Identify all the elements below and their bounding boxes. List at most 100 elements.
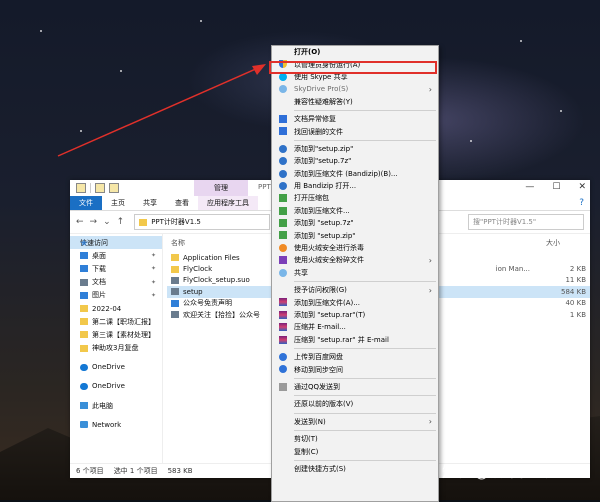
menu-separator [294, 281, 436, 283]
menu-item-label: 添加到 "setup.7z" [294, 219, 354, 228]
bandizip-icon [279, 181, 287, 190]
folder-icon [76, 183, 86, 193]
menu-item-39[interactable]: 创建快捷方式(S) [272, 463, 438, 475]
menu-separator [294, 377, 436, 379]
sidebar-item-desktop[interactable]: 桌面 ✦ [70, 249, 162, 262]
menu-item-11[interactable]: 添加到压缩文件 (Bandizip)(B)... [272, 168, 438, 180]
document-icon [279, 114, 287, 123]
sidebar-item-folder[interactable]: 神助攻3月复盘 [70, 342, 162, 355]
tab-home[interactable]: 主页 [102, 196, 134, 210]
sidebar-item-folder[interactable]: 2022-04 [70, 302, 162, 315]
menu-separator [294, 459, 436, 461]
back-arrow-icon[interactable]: ← [76, 217, 84, 227]
menu-item-27[interactable]: 上传到百度网盘 [272, 351, 438, 363]
menu-item-7[interactable]: 找回误删的文件 [272, 125, 438, 137]
sidebar-item-this-pc[interactable]: 此电脑 [70, 399, 162, 412]
tab-application-tools[interactable]: 应用程序工具 [198, 196, 258, 210]
menu-item-15[interactable]: 添加到 "setup.7z" [272, 217, 438, 229]
folder-icon [171, 254, 179, 262]
menu-item-4[interactable]: 兼容性疑难解答(Y) [272, 96, 438, 108]
pin-icon: ✦ [150, 291, 156, 299]
menu-item-36[interactable]: 剪切(T) [272, 433, 438, 445]
sidebar-item-documents[interactable]: 文档 ✦ [70, 276, 162, 289]
sidebar-item-pictures[interactable]: 图片 ✦ [70, 289, 162, 302]
help-icon[interactable]: ? [579, 196, 590, 210]
menu-item-label: 打开压缩包 [294, 194, 329, 203]
menu-item-24[interactable]: 压缩并 E-mail... [272, 321, 438, 333]
menu-item-0[interactable]: 打开(O) [272, 46, 438, 58]
tab-file[interactable]: 文件 [70, 196, 102, 210]
menu-item-21[interactable]: 授予访问权限(G) › [272, 284, 438, 296]
menu-item-label: 添加到压缩文件 (Bandizip)(B)... [294, 169, 398, 178]
sidebar-item-network[interactable]: Network [70, 418, 162, 431]
menu-item-37[interactable]: 复制(C) [272, 445, 438, 457]
menu-item-28[interactable]: 移动到同步空间 [272, 363, 438, 375]
sidebar-item-downloads[interactable]: 下载 ✦ [70, 262, 162, 275]
search-input[interactable]: 搜"PPT计时器V1.5" [468, 214, 584, 230]
menu-item-6[interactable]: 文档异常修复 [272, 113, 438, 125]
menu-item-16[interactable]: 添加到 "setup.zip" [272, 229, 438, 241]
menu-item-34[interactable]: 发送到(N) › [272, 416, 438, 428]
selected-count: 选中 1 个项目 [113, 467, 158, 475]
maximize-button[interactable]: ☐ [552, 182, 560, 192]
menu-item-label: 添加到 "setup.zip" [294, 231, 356, 240]
menu-item-17[interactable]: 使用火绒安全进行杀毒 [272, 242, 438, 254]
menu-item-label: 使用火绒安全进行杀毒 [294, 244, 364, 253]
manage-tab-header[interactable]: 管理 [194, 180, 248, 196]
up-arrow-icon[interactable]: ↑ [117, 217, 125, 227]
menu-item-10[interactable]: 添加到"setup.7z" [272, 155, 438, 167]
sidebar-item-onedrive[interactable]: OneDrive [70, 380, 162, 393]
menu-separator [294, 429, 436, 431]
sidebar-item-quick-access[interactable]: 快速访问 [70, 236, 162, 250]
column-header-size[interactable]: 大小 [546, 238, 590, 248]
tab-share[interactable]: 共享 [134, 196, 166, 210]
menu-item-12[interactable]: 用 Bandizip 打开... [272, 180, 438, 192]
menu-separator [294, 395, 436, 397]
quick-access-toolbar[interactable] [70, 183, 119, 193]
archive-icon [279, 231, 287, 240]
menu-item-label: 兼容性疑难解答(Y) [294, 97, 353, 106]
properties-icon[interactable] [95, 183, 105, 193]
menu-item-19[interactable]: 共享 [272, 267, 438, 279]
menu-item-23[interactable]: 添加到 "setup.rar"(T) [272, 309, 438, 321]
shredder-icon [279, 256, 287, 265]
menu-item-30[interactable]: 通过QQ发送到 [272, 381, 438, 393]
menu-item-label: 通过QQ发送到 [294, 382, 341, 391]
menu-item-label: 创建快捷方式(S) [294, 464, 346, 473]
menu-item-25[interactable]: 压缩到 "setup.rar" 并 E-mail [272, 334, 438, 346]
baidu-cloud-icon [279, 365, 287, 374]
file-icon [171, 276, 179, 284]
chevron-down-icon[interactable]: ⌄ [103, 217, 111, 227]
menu-item-18[interactable]: 使用火绒安全粉碎文件 › [272, 254, 438, 266]
sidebar-item-folder[interactable]: 第二课【职场汇报】 [70, 315, 162, 328]
menu-item-label: 找回误删的文件 [294, 127, 343, 136]
folder-icon [80, 305, 88, 313]
menu-item-32[interactable]: 还原以前的版本(V) [272, 398, 438, 410]
menu-separator [294, 412, 436, 414]
forward-arrow-icon[interactable]: → [90, 217, 98, 227]
menu-item-9[interactable]: 添加到"setup.zip" [272, 143, 438, 155]
address-bar[interactable]: PPT计时器V1.5 [134, 214, 271, 230]
menu-separator [294, 139, 436, 141]
menu-item-label: 添加到"setup.7z" [294, 157, 352, 166]
cloud-icon [279, 268, 287, 277]
menu-item-13[interactable]: 打开压缩包 [272, 192, 438, 204]
pin-icon: ✦ [150, 278, 156, 286]
menu-item-22[interactable]: 添加到压缩文件(A)... [272, 296, 438, 308]
new-folder-icon[interactable] [109, 183, 119, 193]
menu-item-label: 添加到压缩文件... [294, 206, 350, 215]
menu-item-label: 文档异常修复 [294, 115, 336, 124]
bandizip-icon [279, 157, 287, 166]
sidebar-item-folder[interactable]: 第三课【素材处理】 [70, 328, 162, 341]
menu-item-3[interactable]: SkyDrive Pro(S) › [272, 83, 438, 95]
window-title: PPT [258, 183, 271, 191]
minimize-button[interactable]: — [525, 182, 534, 192]
file-icon [171, 265, 179, 273]
sidebar-item-onedrive[interactable]: OneDrive [70, 361, 162, 374]
close-button[interactable]: ✕ [578, 182, 586, 192]
bandizip-icon [279, 169, 287, 178]
document-icon [279, 127, 287, 136]
tab-view[interactable]: 查看 [166, 196, 198, 210]
menu-item-14[interactable]: 添加到压缩文件... [272, 205, 438, 217]
menu-item-label: 添加到压缩文件(A)... [294, 298, 360, 307]
